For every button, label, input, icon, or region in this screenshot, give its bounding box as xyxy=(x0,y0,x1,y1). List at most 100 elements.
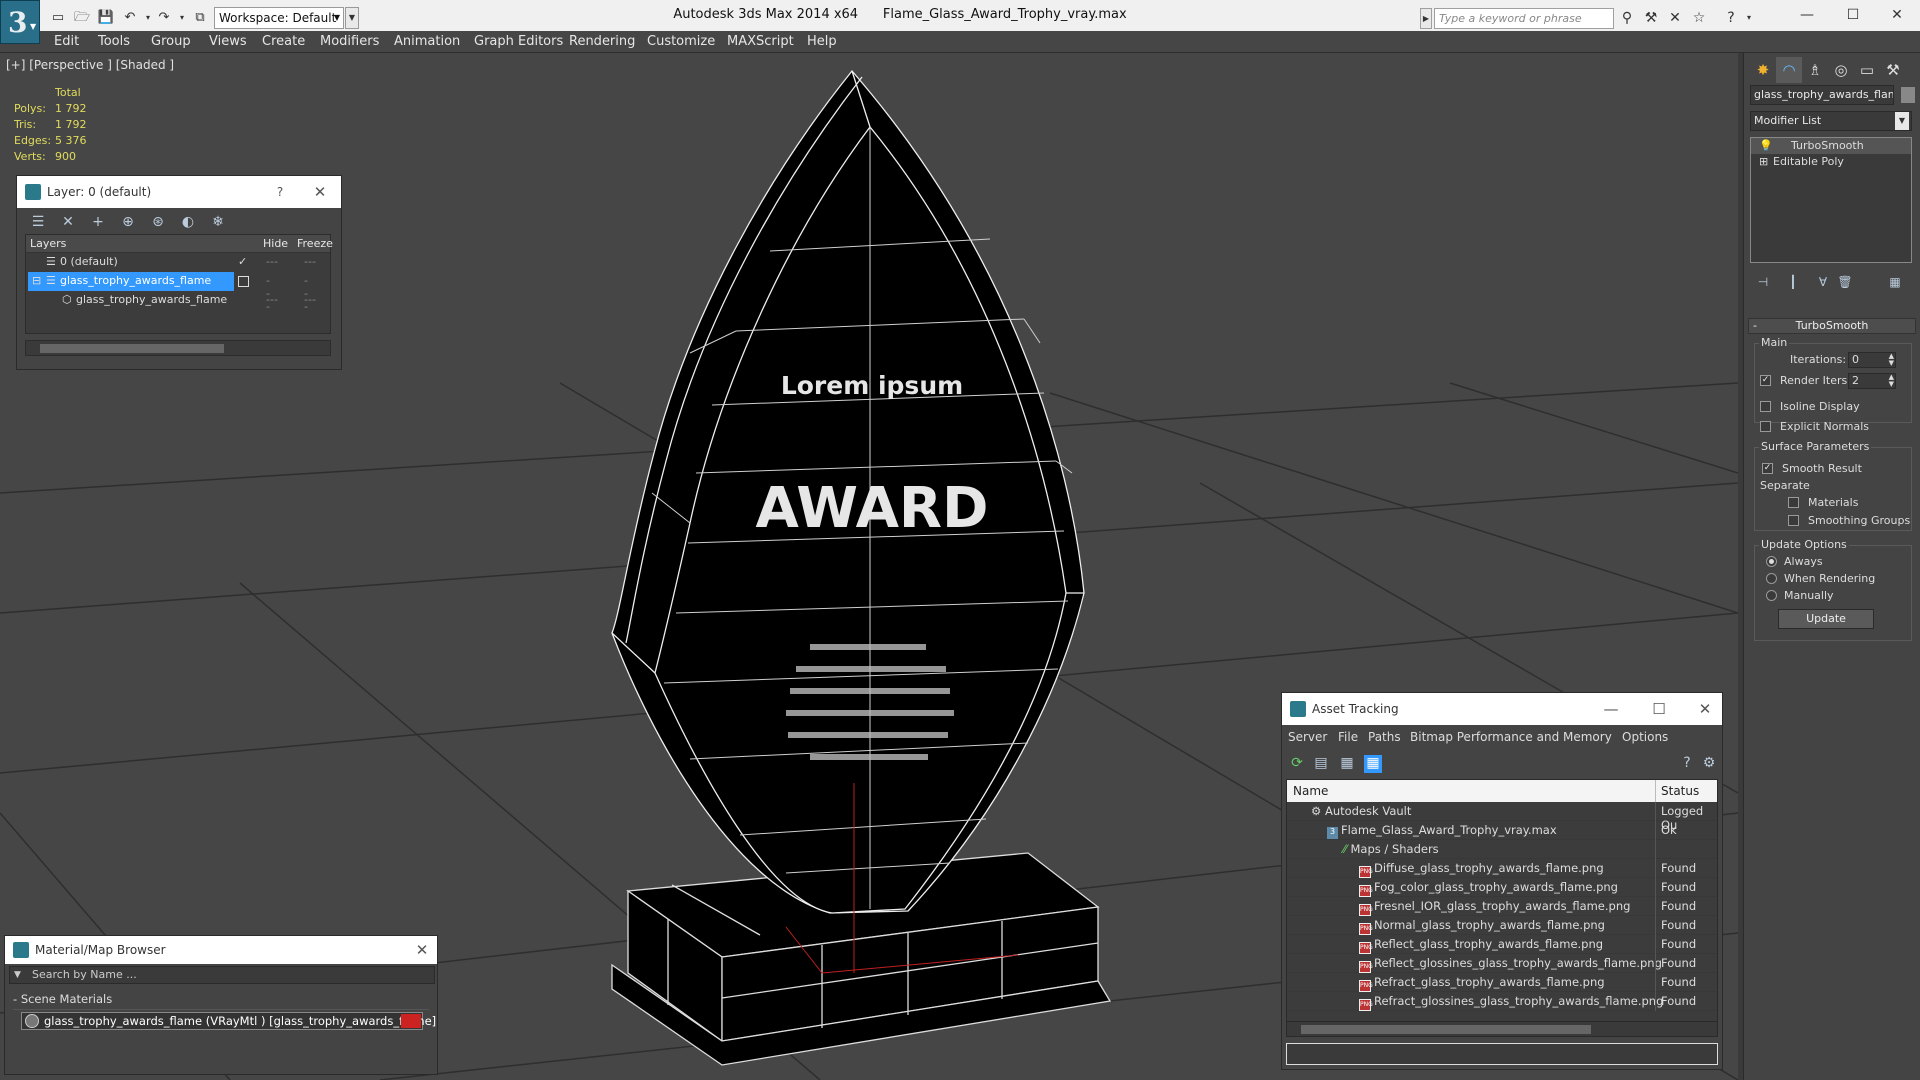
new-file-icon[interactable]: ▭ xyxy=(48,8,68,28)
smoothing-groups-checkbox[interactable] xyxy=(1788,515,1799,526)
menu-views[interactable]: Views xyxy=(209,34,247,49)
when-rendering-radio[interactable] xyxy=(1766,573,1777,584)
freeze-toggle[interactable]: --- xyxy=(304,255,316,268)
select-objects-icon[interactable]: ⊕ xyxy=(119,214,137,232)
explicit-normals-checkbox[interactable] xyxy=(1760,421,1771,432)
hide-toggle[interactable]: --- xyxy=(266,255,278,268)
refresh-icon[interactable]: ⟳ xyxy=(1288,755,1306,773)
render-iters-checkbox[interactable]: ✓ xyxy=(1760,375,1771,386)
object-name-field[interactable]: glass_trophy_awards_flame xyxy=(1750,85,1894,105)
horizontal-scrollbar[interactable] xyxy=(25,340,331,356)
iterations-spinner[interactable]: 0 ▲ ▼ xyxy=(1848,352,1896,368)
active-checkbox[interactable] xyxy=(238,276,249,287)
quick-access-customize-icon[interactable]: ▼ xyxy=(345,7,359,29)
menu-help[interactable]: Help xyxy=(807,34,837,49)
app-menu-button[interactable]: 3 ▼ xyxy=(0,0,40,44)
scrollbar-thumb[interactable] xyxy=(40,344,224,353)
communication-icon[interactable]: ✕ xyxy=(1664,8,1686,28)
menu-customize[interactable]: Customize xyxy=(647,34,715,49)
save-file-icon[interactable]: 💾 xyxy=(96,8,116,28)
create-tab-icon[interactable]: ✸ xyxy=(1750,57,1776,83)
table-row[interactable]: PNGNormal_glass_trophy_awards_flame.png F… xyxy=(1287,916,1717,935)
search-input[interactable]: Type a keyword or phrase xyxy=(1434,8,1614,29)
freeze-toggle[interactable]: --- xyxy=(304,293,316,306)
object-row[interactable]: ⬡ glass_trophy_awards_flame --- --- xyxy=(26,291,330,310)
expand-icon[interactable]: ⊞ xyxy=(1759,155,1768,168)
maximize-icon[interactable]: ☐ xyxy=(1650,700,1668,718)
table-row[interactable]: PNGFog_color_glass_trophy_awards_flame.p… xyxy=(1287,878,1717,897)
scrollbar-thumb[interactable] xyxy=(1301,1025,1591,1034)
material-search-input[interactable]: ▼ Search by Name ... xyxy=(9,966,435,984)
table-row[interactable]: PNGReflect_glass_trophy_awards_flame.png… xyxy=(1287,935,1717,954)
project-folder-icon[interactable]: ⧉ xyxy=(190,8,210,28)
col-name[interactable]: Name xyxy=(1293,784,1328,798)
asset-panel-titlebar[interactable]: Asset Tracking — ☐ ✕ xyxy=(1282,693,1722,725)
freeze-all-icon[interactable]: ❄ xyxy=(209,214,227,232)
close-icon[interactable]: ✕ xyxy=(413,941,431,959)
collapse-icon[interactable]: - xyxy=(13,992,21,1006)
open-file-icon[interactable]: 🗁 xyxy=(72,8,92,28)
modify-tab-icon[interactable]: ◠ xyxy=(1776,57,1802,83)
smooth-result-checkbox[interactable]: ✓ xyxy=(1762,463,1773,474)
col-layers[interactable]: Layers xyxy=(30,237,66,250)
help-button[interactable]: ? xyxy=(271,183,289,201)
turbosmooth-rollout-header[interactable]: - TurboSmooth xyxy=(1748,318,1916,334)
menu-tools[interactable]: Tools xyxy=(98,34,130,49)
menu-options[interactable]: Options xyxy=(1622,730,1668,744)
menu-server[interactable]: Server xyxy=(1288,730,1327,744)
search-expand-icon[interactable]: ▶ xyxy=(1420,8,1432,29)
modifier-list-dropdown[interactable]: Modifier List ▼ xyxy=(1750,111,1912,131)
table-row[interactable]: PNGFresnel_IOR_glass_trophy_awards_flame… xyxy=(1287,897,1717,916)
table-row[interactable]: PNGRefract_glossines_glass_trophy_awards… xyxy=(1287,992,1717,1011)
table-row[interactable]: ⁄⁄ Maps / Shaders xyxy=(1287,840,1717,859)
material-browser-titlebar[interactable]: Material/Map Browser ✕ xyxy=(5,936,437,964)
stack-item[interactable]: 💡 TurboSmooth xyxy=(1751,138,1911,154)
minimize-icon[interactable]: — xyxy=(1784,2,1830,28)
binoculars-icon[interactable]: ⚲ xyxy=(1616,8,1638,28)
col-hide[interactable]: Hide xyxy=(263,237,288,250)
table-view-icon[interactable]: ▦ xyxy=(1364,755,1382,773)
motion-tab-icon[interactable]: ◎ xyxy=(1828,57,1854,83)
create-layer-icon[interactable]: ☰ xyxy=(29,214,47,232)
close-icon[interactable]: ✕ xyxy=(311,183,329,201)
menu-paths[interactable]: Paths xyxy=(1368,730,1401,744)
menu-create[interactable]: Create xyxy=(262,34,305,49)
active-check-icon[interactable]: ✓ xyxy=(238,255,247,268)
subscription-icon[interactable]: ⚒ xyxy=(1640,8,1662,28)
workspace-dropdown[interactable]: Workspace: Default ▼ xyxy=(214,7,344,29)
show-end-result-icon[interactable]: ┃ xyxy=(1784,275,1802,293)
menu-modifiers[interactable]: Modifiers xyxy=(320,34,379,49)
menu-animation[interactable]: Animation xyxy=(394,34,460,49)
help-icon[interactable]: ? xyxy=(1678,755,1696,773)
hierarchy-tab-icon[interactable]: ♗ xyxy=(1802,57,1828,83)
expand-icon[interactable]: ⊟ xyxy=(32,274,41,287)
remove-modifier-icon[interactable]: 🗑 xyxy=(1836,275,1854,293)
material-item[interactable]: glass_trophy_awards_flame (VRayMtl ) [gl… xyxy=(21,1012,436,1030)
close-icon[interactable]: ✕ xyxy=(1696,700,1714,718)
settings-icon[interactable]: ⚙ xyxy=(1700,755,1718,773)
delete-layer-icon[interactable]: ✕ xyxy=(59,214,77,232)
help-dropdown-icon[interactable]: ▾ xyxy=(1738,8,1760,28)
pin-stack-icon[interactable]: ⊣ xyxy=(1754,275,1772,293)
favorites-star-icon[interactable]: ☆ xyxy=(1688,8,1710,28)
maximize-icon[interactable]: ☐ xyxy=(1830,2,1876,28)
spinner-arrows-icon[interactable]: ▲ ▼ xyxy=(1889,353,1894,367)
thumbnail-view-icon[interactable]: ▦ xyxy=(1338,755,1356,773)
redo-dropdown-icon[interactable]: ▾ xyxy=(172,8,192,28)
highlight-layer-icon[interactable]: ⊛ xyxy=(149,214,167,232)
update-button[interactable]: Update xyxy=(1778,609,1874,629)
menu-rendering[interactable]: Rendering xyxy=(569,34,635,49)
viewport-label[interactable]: [+] [Perspective ] [Shaded ] xyxy=(6,58,174,72)
search-options-icon[interactable]: ▼ xyxy=(14,967,21,983)
display-tab-icon[interactable]: ▭ xyxy=(1854,57,1880,83)
spinner-arrows-icon[interactable]: ▲ ▼ xyxy=(1889,374,1894,388)
table-row[interactable]: PNGReflect_glossines_glass_trophy_awards… xyxy=(1287,954,1717,973)
layer-panel-titlebar[interactable]: Layer: 0 (default) ? ✕ xyxy=(17,176,341,208)
render-iters-spinner[interactable]: 2 ▲ ▼ xyxy=(1848,373,1896,389)
menu-maxscript[interactable]: MAXScript xyxy=(727,34,794,49)
menu-edit[interactable]: Edit xyxy=(54,34,79,49)
materials-checkbox[interactable] xyxy=(1788,497,1799,508)
lightbulb-icon[interactable]: 💡 xyxy=(1759,139,1773,152)
stack-item[interactable]: ⊞ Editable Poly xyxy=(1751,154,1911,170)
hide-all-icon[interactable]: ◐ xyxy=(179,214,197,232)
